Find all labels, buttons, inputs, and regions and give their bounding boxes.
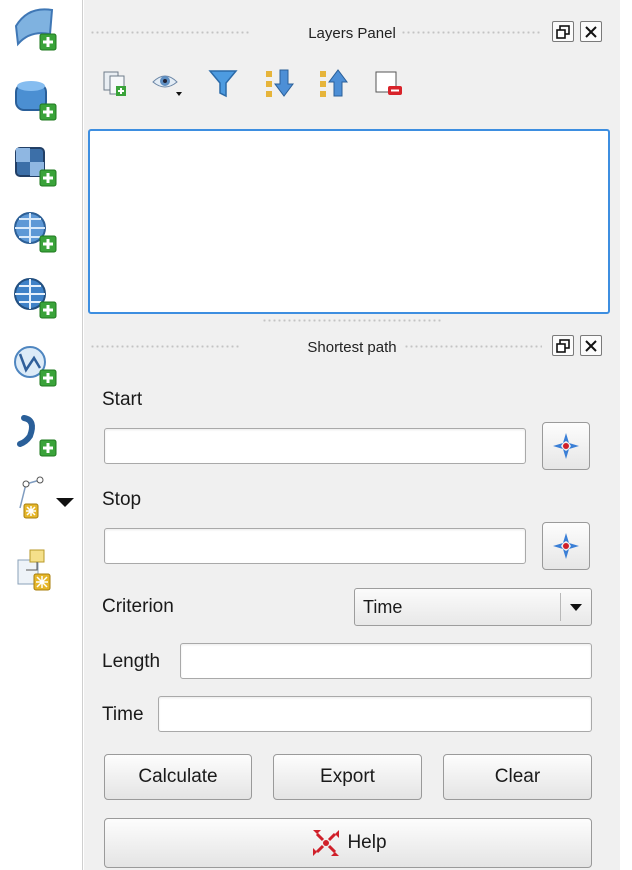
layers-toolbar — [98, 66, 428, 106]
new-shapefile-layer-icon[interactable] — [10, 474, 60, 524]
time-label: Time — [102, 704, 144, 725]
layers-panel-title: Layers Panel — [302, 24, 402, 42]
collapse-all-icon[interactable] — [316, 66, 350, 100]
manage-visibility-icon[interactable] — [150, 66, 184, 100]
layer-toolbar — [0, 0, 83, 870]
layers-panel-titlebar[interactable]: Layers Panel — [84, 19, 620, 47]
capture-start-point-button[interactable] — [542, 422, 590, 470]
restore-icon — [556, 24, 570, 39]
filter-legend-icon[interactable] — [206, 66, 240, 100]
help-button[interactable]: Help — [104, 818, 592, 868]
length-output-field[interactable] — [180, 643, 592, 679]
remove-layer-icon[interactable] — [372, 66, 406, 100]
close-icon — [585, 25, 597, 38]
criterion-selected-value: Time — [363, 597, 403, 617]
dropdown-arrow-icon[interactable] — [56, 498, 74, 507]
combo-separator — [560, 593, 561, 621]
criterion-select[interactable]: Time — [354, 588, 592, 626]
titlebar-grip — [90, 344, 240, 350]
shortest-path-title: Shortest path — [301, 338, 403, 356]
help-icon — [313, 830, 340, 856]
chevron-down-icon — [570, 604, 582, 611]
add-gpx-layer-icon[interactable] — [10, 410, 60, 460]
titlebar-grip — [386, 30, 542, 36]
float-panel-button[interactable] — [552, 21, 574, 42]
layers-tree[interactable] — [88, 129, 610, 314]
stop-label: Stop — [102, 489, 142, 510]
titlebar-grip — [90, 30, 250, 36]
add-group-icon[interactable] — [98, 66, 132, 100]
add-postgis-layer-icon[interactable] — [10, 74, 60, 124]
capture-point-icon — [553, 433, 579, 459]
add-delimited-text-layer-icon[interactable] — [10, 340, 60, 390]
dock-area: Layers Panel Shortest path Start Stop Cr… — [84, 0, 620, 870]
add-wms-layer-icon[interactable] — [10, 206, 60, 256]
add-wfs-layer-icon[interactable] — [10, 272, 60, 322]
titlebar-grip — [394, 344, 542, 350]
close-icon — [585, 339, 597, 352]
shortest-path-titlebar[interactable]: Shortest path — [84, 333, 620, 361]
close-panel-button[interactable] — [580, 21, 602, 42]
criterion-label: Criterion — [102, 596, 174, 617]
start-label: Start — [102, 389, 143, 410]
new-spatialite-layer-icon[interactable] — [10, 546, 60, 596]
help-label: Help — [347, 832, 387, 853]
float-panel-button[interactable] — [552, 335, 574, 356]
add-vector-layer-icon[interactable] — [10, 4, 60, 54]
capture-point-icon — [553, 533, 579, 559]
add-raster-layer-icon[interactable] — [10, 140, 60, 190]
capture-stop-point-button[interactable] — [542, 522, 590, 570]
export-button[interactable]: Export — [273, 754, 422, 800]
stop-point-input[interactable] — [104, 528, 526, 564]
panel-splitter[interactable] — [262, 318, 442, 324]
expand-all-icon[interactable] — [262, 66, 296, 100]
start-point-input[interactable] — [104, 428, 526, 464]
close-panel-button[interactable] — [580, 335, 602, 356]
calculate-button[interactable]: Calculate — [104, 754, 252, 800]
restore-icon — [556, 338, 570, 353]
time-output-field[interactable] — [158, 696, 592, 732]
clear-button[interactable]: Clear — [443, 754, 592, 800]
length-label: Length — [102, 651, 161, 672]
